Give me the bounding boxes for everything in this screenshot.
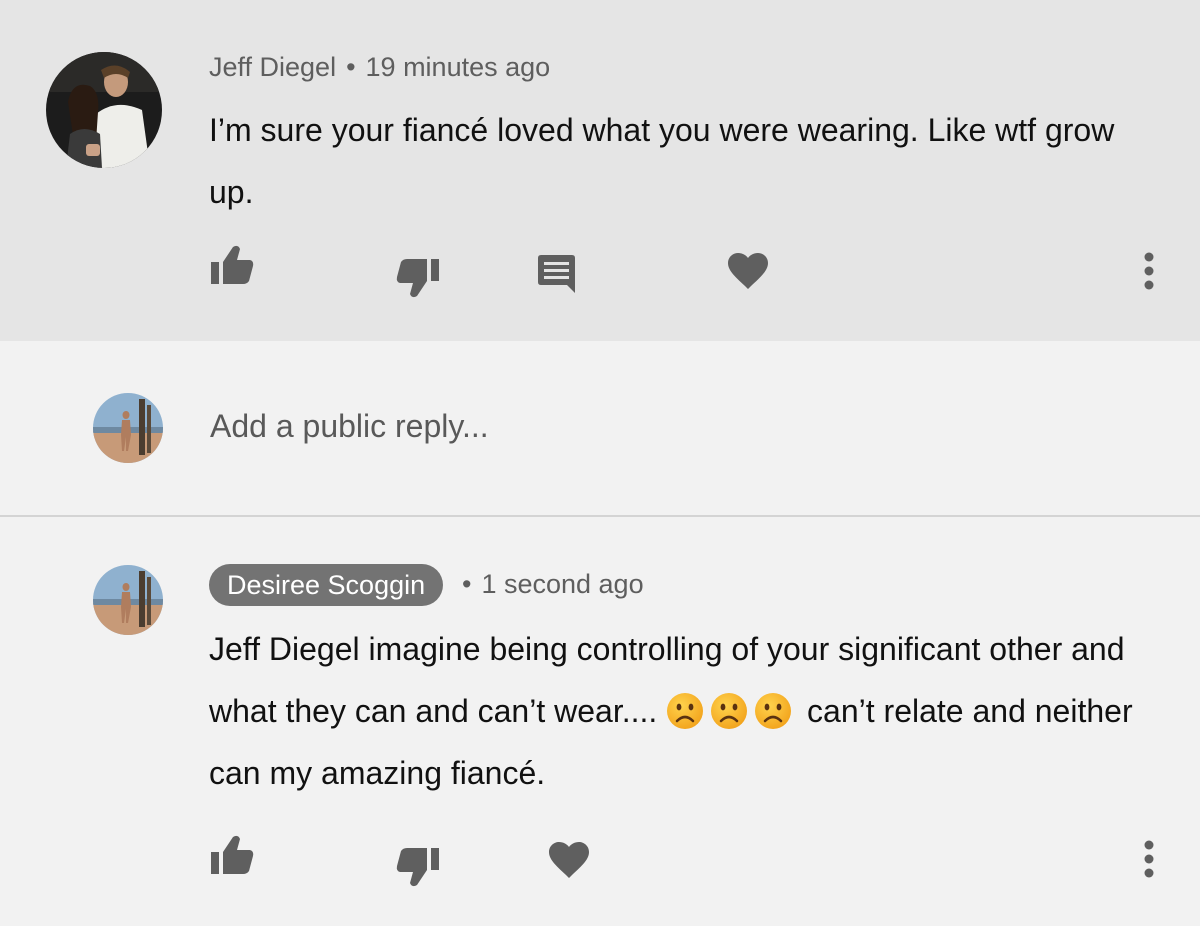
reply-icon[interactable] bbox=[536, 255, 578, 295]
comment-meta: Jeff Diegel • 19 minutes ago bbox=[209, 52, 550, 83]
dislike-icon[interactable] bbox=[395, 846, 441, 888]
author-name-chip[interactable]: Desiree Scoggin bbox=[209, 564, 444, 606]
reply-text: Jeff Diegel imagine being controlling of… bbox=[209, 618, 1169, 804]
heart-icon[interactable] bbox=[727, 252, 769, 290]
like-icon[interactable] bbox=[209, 834, 255, 876]
author-name[interactable]: Jeff Diegel bbox=[209, 52, 336, 82]
more-vert-icon[interactable] bbox=[1142, 840, 1156, 880]
like-icon[interactable] bbox=[209, 244, 255, 286]
reply-meta: • 1 second ago bbox=[452, 569, 644, 600]
reply-box bbox=[0, 341, 1200, 516]
divider bbox=[0, 515, 1200, 517]
comment-timestamp[interactable]: 19 minutes ago bbox=[366, 52, 551, 82]
comment-timestamp[interactable]: 1 second ago bbox=[481, 569, 643, 599]
reply-input[interactable]: Add a public reply... bbox=[210, 408, 489, 445]
avatar-current-user bbox=[93, 393, 163, 463]
slightly-frowning-face-icon bbox=[755, 693, 792, 729]
slightly-frowning-face-icon bbox=[667, 693, 704, 729]
dislike-icon[interactable] bbox=[395, 257, 441, 299]
meta-separator: • bbox=[462, 569, 472, 599]
meta-separator: • bbox=[346, 52, 356, 82]
heart-icon[interactable] bbox=[548, 841, 590, 879]
more-vert-icon[interactable] bbox=[1142, 252, 1156, 292]
avatar-jeff[interactable] bbox=[46, 52, 162, 168]
avatar-desiree[interactable] bbox=[93, 565, 163, 635]
slightly-frowning-face-icon bbox=[711, 693, 748, 729]
comment-text: I’m sure your fiancé loved what you were… bbox=[209, 112, 1115, 210]
